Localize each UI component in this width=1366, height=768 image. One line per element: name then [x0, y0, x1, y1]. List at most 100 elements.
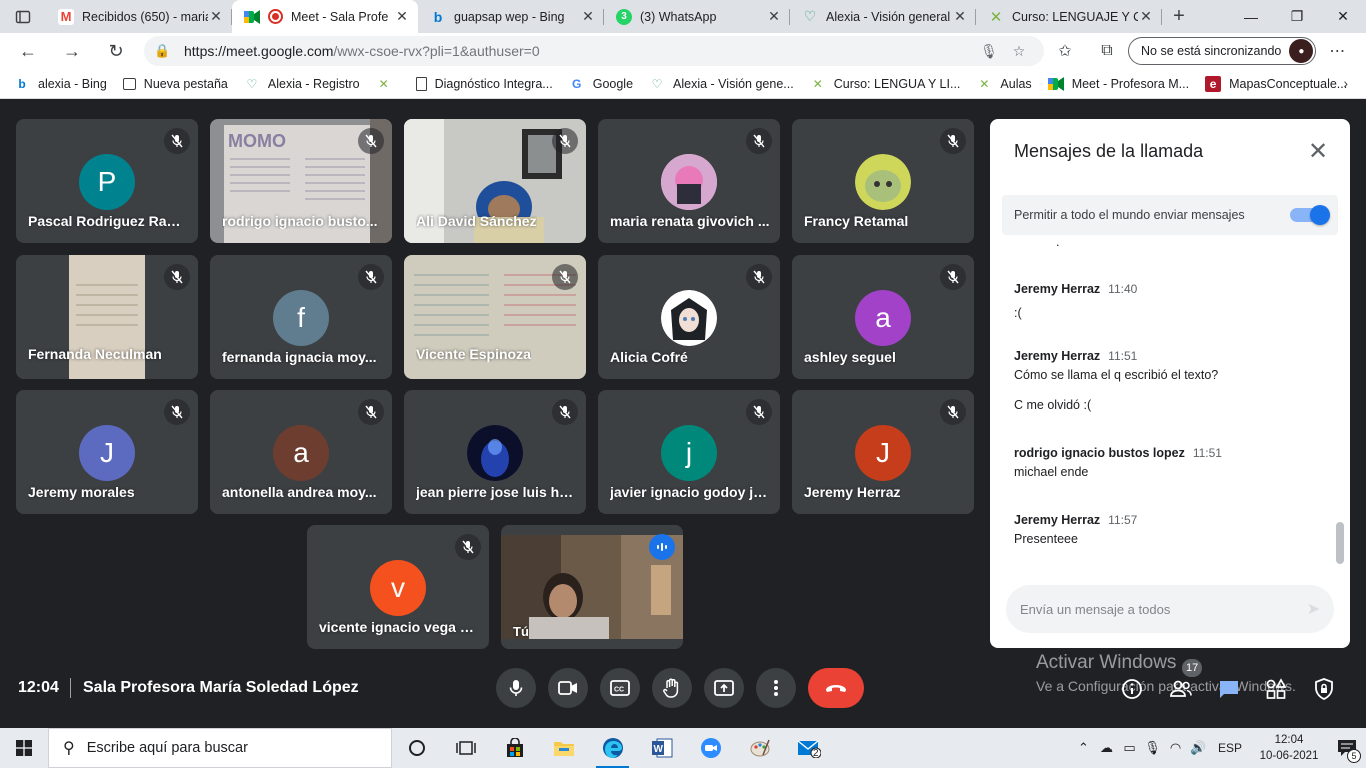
participant-tile[interactable]: J Jeremy morales [16, 390, 198, 514]
minimize-icon[interactable]: — [1228, 0, 1274, 33]
favorites-icon[interactable]: ✩ [1044, 41, 1086, 61]
tab-actions-button[interactable] [0, 0, 46, 33]
people-button[interactable] [1166, 674, 1196, 704]
participant-tile[interactable]: jean pierre jose luis he... [404, 390, 586, 514]
self-tile[interactable]: Tú [501, 525, 683, 649]
chevron-right-icon[interactable]: › [1343, 75, 1348, 91]
collections-icon[interactable]: ⧉ [1086, 42, 1128, 60]
participant-tile[interactable]: f fernanda ignacia moy... [210, 255, 392, 379]
mail-app[interactable]: 2 [784, 728, 833, 768]
more-options-button[interactable] [756, 668, 796, 708]
paint-app[interactable] [735, 728, 784, 768]
allow-messages-toggle[interactable] [1290, 205, 1330, 225]
start-button[interactable] [0, 728, 48, 768]
task-view-button[interactable] [441, 728, 490, 768]
bookmark-item[interactable]: ✕ [376, 76, 400, 92]
participant-tile[interactable]: Francy Retamal [792, 119, 974, 243]
address-bar[interactable]: 🔒 https://meet.google.com/wwx-csoe-rvx?p… [144, 36, 1044, 66]
store-app[interactable] [490, 728, 539, 768]
new-tab-button[interactable]: + [1162, 0, 1196, 33]
bookmark-item[interactable]: G Google [569, 76, 633, 92]
bookmark-item[interactable]: ✕ Aulas [976, 76, 1031, 92]
microphone-icon[interactable]: 🎙 [1141, 740, 1164, 756]
close-icon[interactable]: ✕ [394, 8, 410, 25]
bookmark-item[interactable]: b alexia - Bing [14, 76, 106, 92]
tab-curso[interactable]: ✕ Curso: LENGUAJE Y CO ✕ [976, 0, 1162, 33]
present-screen-button[interactable] [704, 668, 744, 708]
bookmark-item[interactable]: ♡ Alexia - Visión gene... [649, 76, 794, 92]
bookmark-item[interactable]: ✕ Curso: LENGUA Y LI... [810, 76, 961, 92]
add-favorite-icon[interactable]: ☆ [1004, 43, 1034, 60]
activities-icon [1266, 678, 1287, 699]
participant-tile[interactable]: P Pascal Rodriguez Rave... [16, 119, 198, 243]
participant-tile[interactable]: v vicente ignacio vega g... [307, 525, 489, 649]
wifi-icon[interactable]: ◠ [1164, 740, 1187, 756]
network-icon[interactable]: ▭ [1118, 740, 1141, 756]
participant-tile[interactable]: Fernanda Neculman [16, 255, 198, 379]
url-text[interactable]: https://meet.google.com/wwx-csoe-rvx?pli… [184, 43, 974, 59]
close-icon[interactable]: ✕ [1138, 8, 1154, 25]
tab-gmail[interactable]: M Recibidos (650) - maria ✕ [46, 0, 232, 33]
participant-tile[interactable]: J Jeremy Herraz [792, 390, 974, 514]
reload-button[interactable]: ↻ [94, 33, 138, 69]
close-icon[interactable]: ✕ [766, 8, 782, 25]
edge-app[interactable] [588, 728, 637, 768]
bookmark-item[interactable]: ♡ Alexia - Registro [244, 76, 360, 92]
lock-icon[interactable]: 🔒 [154, 43, 184, 59]
participant-tile[interactable]: a antonella andrea moy... [210, 390, 392, 514]
message-text: :( [1014, 306, 1022, 320]
camera-button[interactable] [548, 668, 588, 708]
file-explorer-app[interactable] [539, 728, 588, 768]
close-icon[interactable]: ✕ [208, 8, 224, 25]
host-controls-button[interactable] [1309, 674, 1339, 704]
chat-message-list[interactable]: . Jeremy Herraz 11:40 :( Jeremy Herraz 11:… [990, 237, 1340, 567]
chevron-up-icon[interactable]: ⌃ [1072, 740, 1095, 756]
bookmark-item[interactable]: Diagnóstico Integra... [415, 76, 553, 91]
volume-icon[interactable]: 🔊 [1187, 740, 1210, 756]
word-app[interactable]: W [637, 728, 686, 768]
zoom-app[interactable] [686, 728, 735, 768]
chat-scrollbar[interactable] [1336, 522, 1344, 564]
participant-tile[interactable]: a ashley seguel [792, 255, 974, 379]
participant-tile[interactable]: Alicia Cofré [598, 255, 780, 379]
back-button[interactable]: ← [6, 33, 50, 69]
bookmark-item[interactable]: Nueva pestaña [122, 77, 228, 91]
tab-whatsapp[interactable]: 3 (3) WhatsApp ✕ [604, 0, 790, 33]
forward-button[interactable]: → [50, 33, 94, 69]
tab-bing[interactable]: b guapsap wep - Bing ✕ [418, 0, 604, 33]
meeting-details-button[interactable] [1117, 674, 1147, 704]
send-icon[interactable]: ➤ [1307, 599, 1320, 619]
leave-call-button[interactable] [808, 668, 864, 708]
chat-input[interactable]: Envía un mensaje a todos ➤ [1006, 585, 1334, 633]
chat-button[interactable] [1214, 674, 1244, 704]
taskbar-search[interactable]: ⚲ Escribe aquí para buscar [48, 728, 392, 768]
search-placeholder: Escribe aquí para buscar [86, 740, 248, 756]
participant-tile[interactable]: maria renata givovich ... [598, 119, 780, 243]
activities-button[interactable] [1261, 674, 1291, 704]
maximize-icon[interactable]: ❐ [1274, 0, 1320, 33]
captions-button[interactable]: CC [600, 668, 640, 708]
tab-alexia[interactable]: ♡ Alexia - Visión general ✕ [790, 0, 976, 33]
profile-button[interactable]: No se está sincronizando ● [1128, 37, 1317, 65]
raise-hand-button[interactable] [652, 668, 692, 708]
participant-tile[interactable]: j javier ignacio godoy ja... [598, 390, 780, 514]
close-icon[interactable]: ✕ [580, 8, 596, 25]
notification-center-button[interactable]: 5 [1328, 728, 1366, 768]
bookmark-item[interactable]: Meet - Profesora M... [1047, 76, 1189, 92]
microphone-icon[interactable]: 🎙 [974, 43, 1004, 60]
cortana-button[interactable] [392, 728, 441, 768]
onedrive-icon[interactable]: ☁ [1095, 740, 1118, 756]
bookmark-item[interactable]: e MapasConceptuale... [1205, 75, 1347, 92]
participant-tile[interactable]: MOMO rodrigo ignacio busto... [210, 119, 392, 243]
participant-tile[interactable]: Vicente Espinoza [404, 255, 586, 379]
language-indicator[interactable]: ESP [1218, 741, 1242, 755]
close-icon[interactable]: ✕ [1304, 137, 1332, 165]
close-icon[interactable]: ✕ [952, 8, 968, 25]
more-options-icon[interactable]: ⋯ [1316, 41, 1358, 61]
tab-meet[interactable]: Meet - Sala Profe ✕ [232, 0, 418, 33]
participant-tile[interactable]: Ali David Sánchez [404, 119, 586, 243]
system-clock[interactable]: 12:04 10-06-2021 [1250, 732, 1328, 764]
microphone-button[interactable] [496, 668, 536, 708]
bookmarks-bar: b alexia - Bing Nueva pestaña ♡ Alexia - R… [0, 69, 1366, 99]
close-window-icon[interactable]: ✕ [1320, 0, 1366, 33]
